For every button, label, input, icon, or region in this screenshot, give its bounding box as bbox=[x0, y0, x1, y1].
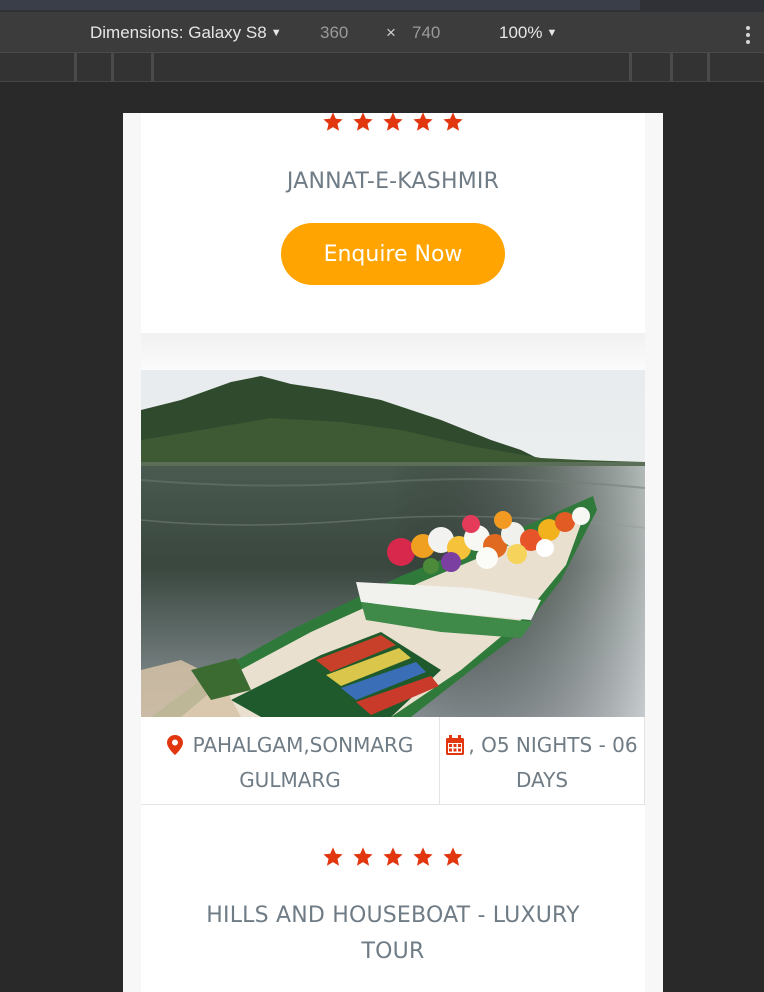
ruler-segment[interactable] bbox=[629, 53, 632, 81]
page-gutter-left bbox=[123, 113, 141, 992]
star-icon bbox=[323, 847, 343, 866]
location-line-2: GULMARG bbox=[239, 768, 341, 792]
tour-duration: , O5 NIGHTS - 06 DAYS bbox=[440, 717, 645, 804]
star-icon bbox=[443, 113, 463, 131]
device-viewport: JANNAT-E-KASHMIR Enquire Now PAHALGAM,SO… bbox=[123, 113, 663, 992]
star-icon bbox=[413, 113, 433, 131]
zoom-caret-icon: ▼ bbox=[546, 27, 558, 39]
tour-title-line-1: HILLS AND HOUSEBOAT - LUXURY bbox=[206, 903, 580, 928]
device-dimensions-label: Dimensions: Galaxy S8 bbox=[90, 23, 267, 42]
device-dimensions-select[interactable]: Dimensions: Galaxy S8 ▼ bbox=[90, 22, 282, 44]
ruler-segment[interactable] bbox=[670, 53, 673, 81]
zoom-label: 100% bbox=[499, 23, 543, 42]
star-icon bbox=[383, 847, 403, 866]
dimension-times-sign: × bbox=[386, 23, 396, 42]
tour-title-line-2: TOUR bbox=[361, 939, 425, 964]
duration-line-2: DAYS bbox=[515, 768, 569, 792]
calendar-icon bbox=[446, 732, 465, 764]
devtools-device-toolbar: Dimensions: Galaxy S8 ▼ 360 × 740 100% ▼ bbox=[0, 0, 764, 53]
tour-card-jannat-e-kashmir: JANNAT-E-KASHMIR Enquire Now bbox=[141, 113, 645, 333]
ruler-segment[interactable] bbox=[151, 53, 154, 81]
location-line-1: PAHALGAM,SONMARG bbox=[192, 733, 414, 757]
star-icon bbox=[383, 113, 403, 131]
star-icon bbox=[443, 847, 463, 866]
device-width-input[interactable]: 360 bbox=[320, 22, 348, 44]
ruler-segment[interactable] bbox=[74, 53, 77, 81]
rating-stars bbox=[141, 113, 645, 138]
ruler-segment[interactable] bbox=[707, 53, 710, 81]
lake-boat-illustration bbox=[141, 370, 645, 717]
tour-location: PAHALGAM,SONMARG GULMARG bbox=[141, 717, 440, 804]
more-options-icon[interactable] bbox=[743, 26, 753, 47]
card-separator bbox=[141, 333, 645, 370]
rating-stars bbox=[141, 846, 645, 873]
star-icon bbox=[413, 847, 433, 866]
page-gutter-right bbox=[645, 113, 663, 992]
star-icon bbox=[353, 113, 373, 131]
tour-meta-row: PAHALGAM,SONMARG GULMARG , O5 NIGHTS - 0… bbox=[141, 717, 645, 805]
star-icon bbox=[353, 847, 373, 866]
flower-boat-lake-image[interactable] bbox=[141, 370, 645, 717]
ruler-segment[interactable] bbox=[111, 53, 114, 81]
dropdown-caret-icon: ▼ bbox=[270, 27, 282, 39]
star-icon bbox=[323, 113, 343, 131]
browser-top-strip bbox=[0, 0, 764, 12]
duration-line-1: , O5 NIGHTS - 06 bbox=[468, 733, 638, 757]
enquire-now-button[interactable]: Enquire Now bbox=[281, 223, 505, 285]
tour-card-hills-and-houseboat: PAHALGAM,SONMARG GULMARG , O5 NIGHTS - 0… bbox=[141, 370, 645, 992]
map-marker-icon bbox=[166, 732, 183, 764]
tour-title[interactable]: HILLS AND HOUSEBOAT - LUXURY TOUR bbox=[141, 898, 645, 970]
zoom-select[interactable]: 100% ▼ bbox=[499, 22, 557, 44]
tour-title: JANNAT-E-KASHMIR bbox=[286, 169, 500, 194]
device-height-input[interactable]: 740 bbox=[412, 22, 440, 44]
media-query-ruler bbox=[0, 53, 764, 82]
